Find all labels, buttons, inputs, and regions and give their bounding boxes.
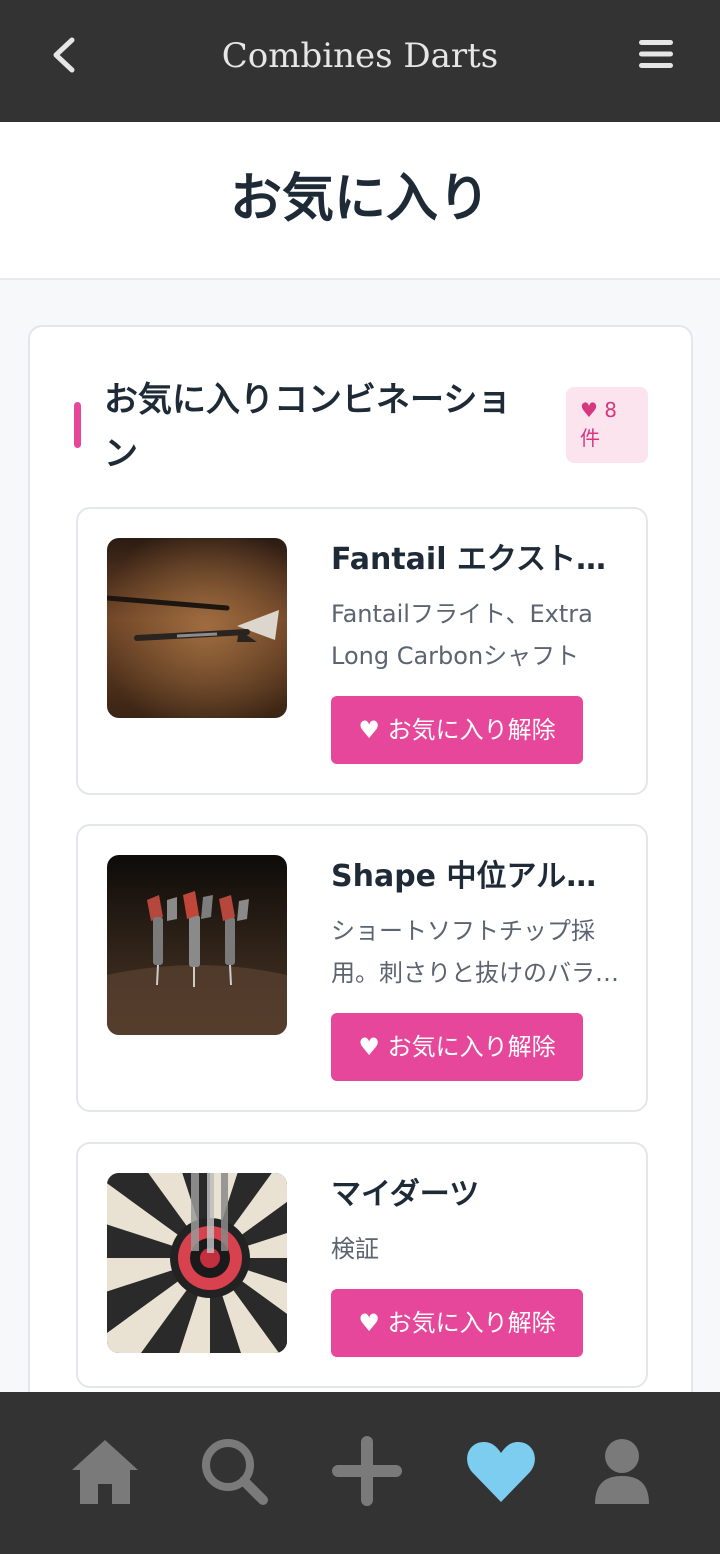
plus-icon[interactable] xyxy=(330,1434,404,1508)
page-title: お気に入り xyxy=(229,169,490,229)
page-header: お気に入り xyxy=(0,122,720,280)
count-value: 8 xyxy=(604,398,618,422)
user-icon[interactable] xyxy=(585,1434,659,1508)
heart-icon[interactable] xyxy=(464,1434,538,1508)
section-accent-bar xyxy=(74,402,81,448)
favorite-name: マイダーツ xyxy=(331,1177,480,1212)
remove-favorite-button[interactable]: ♥ お気に入り解除 xyxy=(331,1013,583,1081)
count-unit: 件 xyxy=(580,426,600,450)
favorite-description: 検証 xyxy=(331,1235,379,1263)
favorite-description: ショートソフトチップ採用。刺さりと抜けのバランス xyxy=(331,917,619,987)
favorite-card[interactable]: Fantail エクストラロング Fantailフライト、Extra Long … xyxy=(76,507,648,795)
favorite-description: Fantailフライト、Extra Long Carbonシャフト xyxy=(331,600,593,670)
bottom-navigation xyxy=(0,1392,720,1554)
dart-photo[interactable] xyxy=(107,538,287,718)
remove-favorite-button[interactable]: ♥ お気に入り解除 xyxy=(331,1289,583,1357)
favorites-panel: お気に入りコンビネーション ♥ 8 件 Fantail エクストラ Fantai… xyxy=(28,325,693,1445)
favorite-card[interactable]: マイダーツ 検証 ♥ お気に入り解除 xyxy=(76,1142,648,1388)
favorite-name: Fantail エクストラロング xyxy=(331,542,621,577)
dartboard-photo[interactable] xyxy=(107,1173,287,1353)
section-title: お気に入りコンビネーション xyxy=(104,380,512,474)
top-app-bar: Combines Darts xyxy=(0,0,720,122)
hamburger-menu-icon[interactable] xyxy=(636,36,676,72)
search-icon[interactable] xyxy=(197,1434,271,1508)
home-icon[interactable] xyxy=(68,1434,142,1508)
remove-favorite-button[interactable]: ♥ お気に入り解除 xyxy=(331,696,583,764)
heart-icon: ♥ xyxy=(580,398,598,422)
favorite-card[interactable]: Shape 中位アルミシャフト ショートソフトチップ採用。刺さりと抜けのバランス… xyxy=(76,824,648,1112)
darts-row-photo[interactable] xyxy=(107,855,287,1035)
favorite-name: Shape 中位アルミシャフト xyxy=(331,859,621,894)
app-title: Combines Darts xyxy=(221,36,499,76)
favorites-count-badge: ♥ 8 件 xyxy=(566,387,648,463)
